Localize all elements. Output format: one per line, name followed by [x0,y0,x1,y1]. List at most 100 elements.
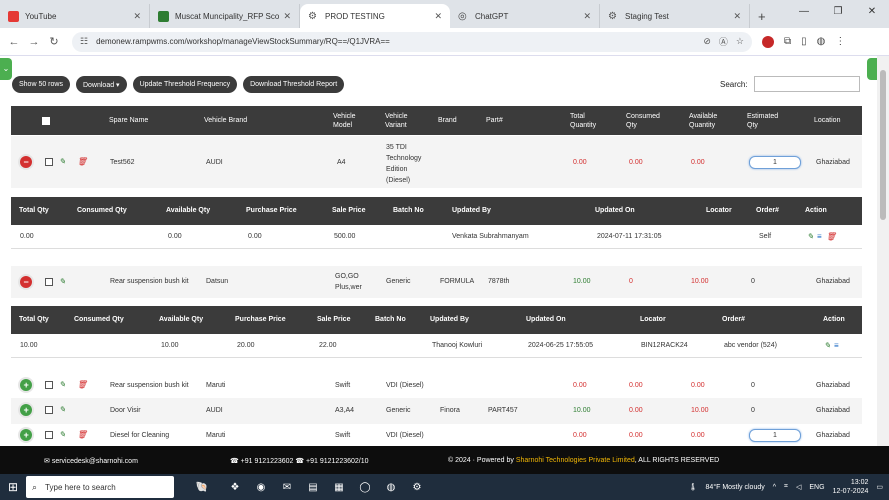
tab-youtube[interactable]: YouTube ✕ [0,4,150,28]
weather-text[interactable]: 84°F Mostly cloudy [706,484,765,491]
extension-icon[interactable] [762,35,774,48]
estimated-qty-input[interactable]: 1 [749,429,801,442]
row-checkbox[interactable] [45,158,53,166]
delete-icon[interactable]: 🗑 [826,232,836,241]
row-checkbox[interactable] [45,381,53,389]
shell-icon[interactable]: 🐚 [182,474,222,500]
restore-icon[interactable]: ❐ [821,0,855,24]
header-vehicle-model[interactable]: Vehicle Model [333,106,369,135]
header-brand[interactable]: Brand [438,106,457,135]
collapse-icon[interactable]: − [20,276,32,288]
menu-icon[interactable]: ⋮ [835,36,845,47]
row-checkbox[interactable] [45,431,53,439]
volume-icon[interactable]: ◁ [796,483,801,491]
profile-icon[interactable]: ◍ [817,36,826,47]
mail-app-icon[interactable]: ✉ [274,474,300,500]
cell-location: Ghaziabad [816,432,850,439]
tab-staging-test[interactable]: ⚙ Staging Test ✕ [600,4,750,28]
header-location[interactable]: Location [814,106,840,135]
table-row: + ✎ 🗑 Diesel for Cleaning Maruti Swift V… [11,424,862,446]
header-estimated-qty[interactable]: Estimated Qty [747,106,787,135]
header-available-quantity[interactable]: Available Quantity [689,106,729,135]
download-threshold-button[interactable]: Download Threshold Report [243,76,345,93]
list-icon[interactable]: ≡ [817,232,822,241]
header-consumed-qty[interactable]: Consumed Qty [626,106,666,135]
whatsapp-icon[interactable]: ◯ [352,474,378,500]
estimated-qty-input[interactable]: 1 [749,156,801,169]
star-icon[interactable]: ☆ [736,36,744,47]
excel-icon[interactable]: ▦ [326,474,352,500]
edit-icon[interactable]: ✎ [59,277,66,286]
detail-order: Self [759,233,772,240]
list-icon[interactable]: ≡ [834,341,839,350]
windows-start-icon[interactable]: ⊞ [0,474,26,500]
row-checkbox[interactable] [45,406,53,414]
close-icon[interactable]: ✕ [583,11,591,22]
update-threshold-button[interactable]: Update Threshold Frequency [132,76,238,93]
tab-chatgpt[interactable]: ◎ ChatGPT ✕ [450,4,600,28]
delete-icon[interactable]: 🗑 [77,380,87,389]
eye-off-icon[interactable]: ⊘ [703,36,711,47]
sheets-icon [158,10,169,22]
edit-icon[interactable]: ✎ [59,405,66,414]
close-icon[interactable]: ✕ [434,11,442,22]
edit-icon[interactable]: ✎ [59,430,66,439]
footer-email[interactable]: ✉ servicedesk@sharnohi.com [44,457,138,465]
notification-icon[interactable]: ▭ [876,483,883,491]
copyright-prefix: © 2024 · Powered by [448,457,516,464]
row-checkbox[interactable] [45,278,53,286]
table-row: + ✎ 🗑 Rear suspension bush kit Maruti Sw… [11,374,862,398]
language-indicator[interactable]: ENG [809,484,824,491]
delete-icon[interactable]: 🗑 [77,157,87,166]
chevron-up-icon[interactable]: ^ [773,484,776,491]
edge-icon[interactable]: ◉ [248,474,274,500]
puzzle-icon[interactable]: ⧉ [784,36,791,47]
right-panel-toggle[interactable] [867,58,877,80]
collapse-icon[interactable]: − [20,156,32,168]
network-icon[interactable]: ⌗ [784,483,788,491]
select-all-checkbox[interactable] [42,106,50,135]
forward-arrow-icon[interactable]: → [24,36,44,48]
tab-muscat[interactable]: Muscat Muncipality_RFP Sco ✕ [150,4,300,28]
url-field[interactable]: ☷ demonew.rampwms.com/workshop/manageVie… [72,31,752,52]
header-vehicle-variant[interactable]: Vehicle Variant [385,106,421,135]
search-input[interactable] [753,76,860,92]
close-icon[interactable]: ✕ [133,11,141,22]
file-explorer-icon[interactable]: ▤ [300,474,326,500]
clock[interactable]: 13:02 12-07-2024 [833,478,869,496]
scrollbar-thumb[interactable] [880,70,886,220]
widgets-icon[interactable]: ❖ [222,474,248,500]
settings-icon[interactable]: ⚙ [404,474,430,500]
expand-icon[interactable]: + [20,379,32,391]
edit-icon[interactable]: ✎ [807,232,814,241]
detail-header-sale-price: Sale Price [317,316,351,323]
show-rows-button[interactable]: Show 50 rows [12,76,70,93]
site-settings-icon[interactable]: ☷ [80,36,88,47]
download-button[interactable]: Download ▾ [75,76,127,93]
expand-icon[interactable]: + [20,404,32,416]
new-tab-button[interactable]: + [750,4,774,28]
page-scrollbar[interactable] [877,56,889,446]
expand-icon[interactable]: + [20,429,32,441]
close-icon[interactable]: ✕ [733,11,741,22]
company-link[interactable]: Sharnohi Technologies Private Limited [516,457,635,464]
close-window-icon[interactable]: ✕ [855,0,889,24]
minimize-icon[interactable]: — [787,0,821,24]
header-part[interactable]: Part# [486,106,503,135]
translate-icon[interactable]: Ⓐ [719,35,728,48]
sidebar-icon[interactable]: ▯ [801,36,807,47]
edit-icon[interactable]: ✎ [824,341,831,350]
header-spare-name[interactable]: Spare Name [109,106,148,135]
close-icon[interactable]: ✕ [283,11,291,22]
tab-prod-testing[interactable]: ⚙ PROD TESTING ✕ [300,4,450,28]
header-vehicle-brand[interactable]: Vehicle Brand [204,106,247,135]
edit-icon[interactable]: ✎ [59,157,66,166]
delete-icon[interactable]: 🗑 [77,430,87,439]
back-arrow-icon[interactable]: ← [4,36,24,48]
sidebar-toggle-chevron-icon[interactable]: ⌄ [0,58,12,80]
taskbar-search-input[interactable]: ⌕ Type here to search [26,476,174,498]
edit-icon[interactable]: ✎ [59,380,66,389]
header-total-quantity[interactable]: Total Quantity [570,106,610,135]
reload-icon[interactable]: ↻ [44,35,64,48]
chrome-icon[interactable]: ◍ [378,474,404,500]
